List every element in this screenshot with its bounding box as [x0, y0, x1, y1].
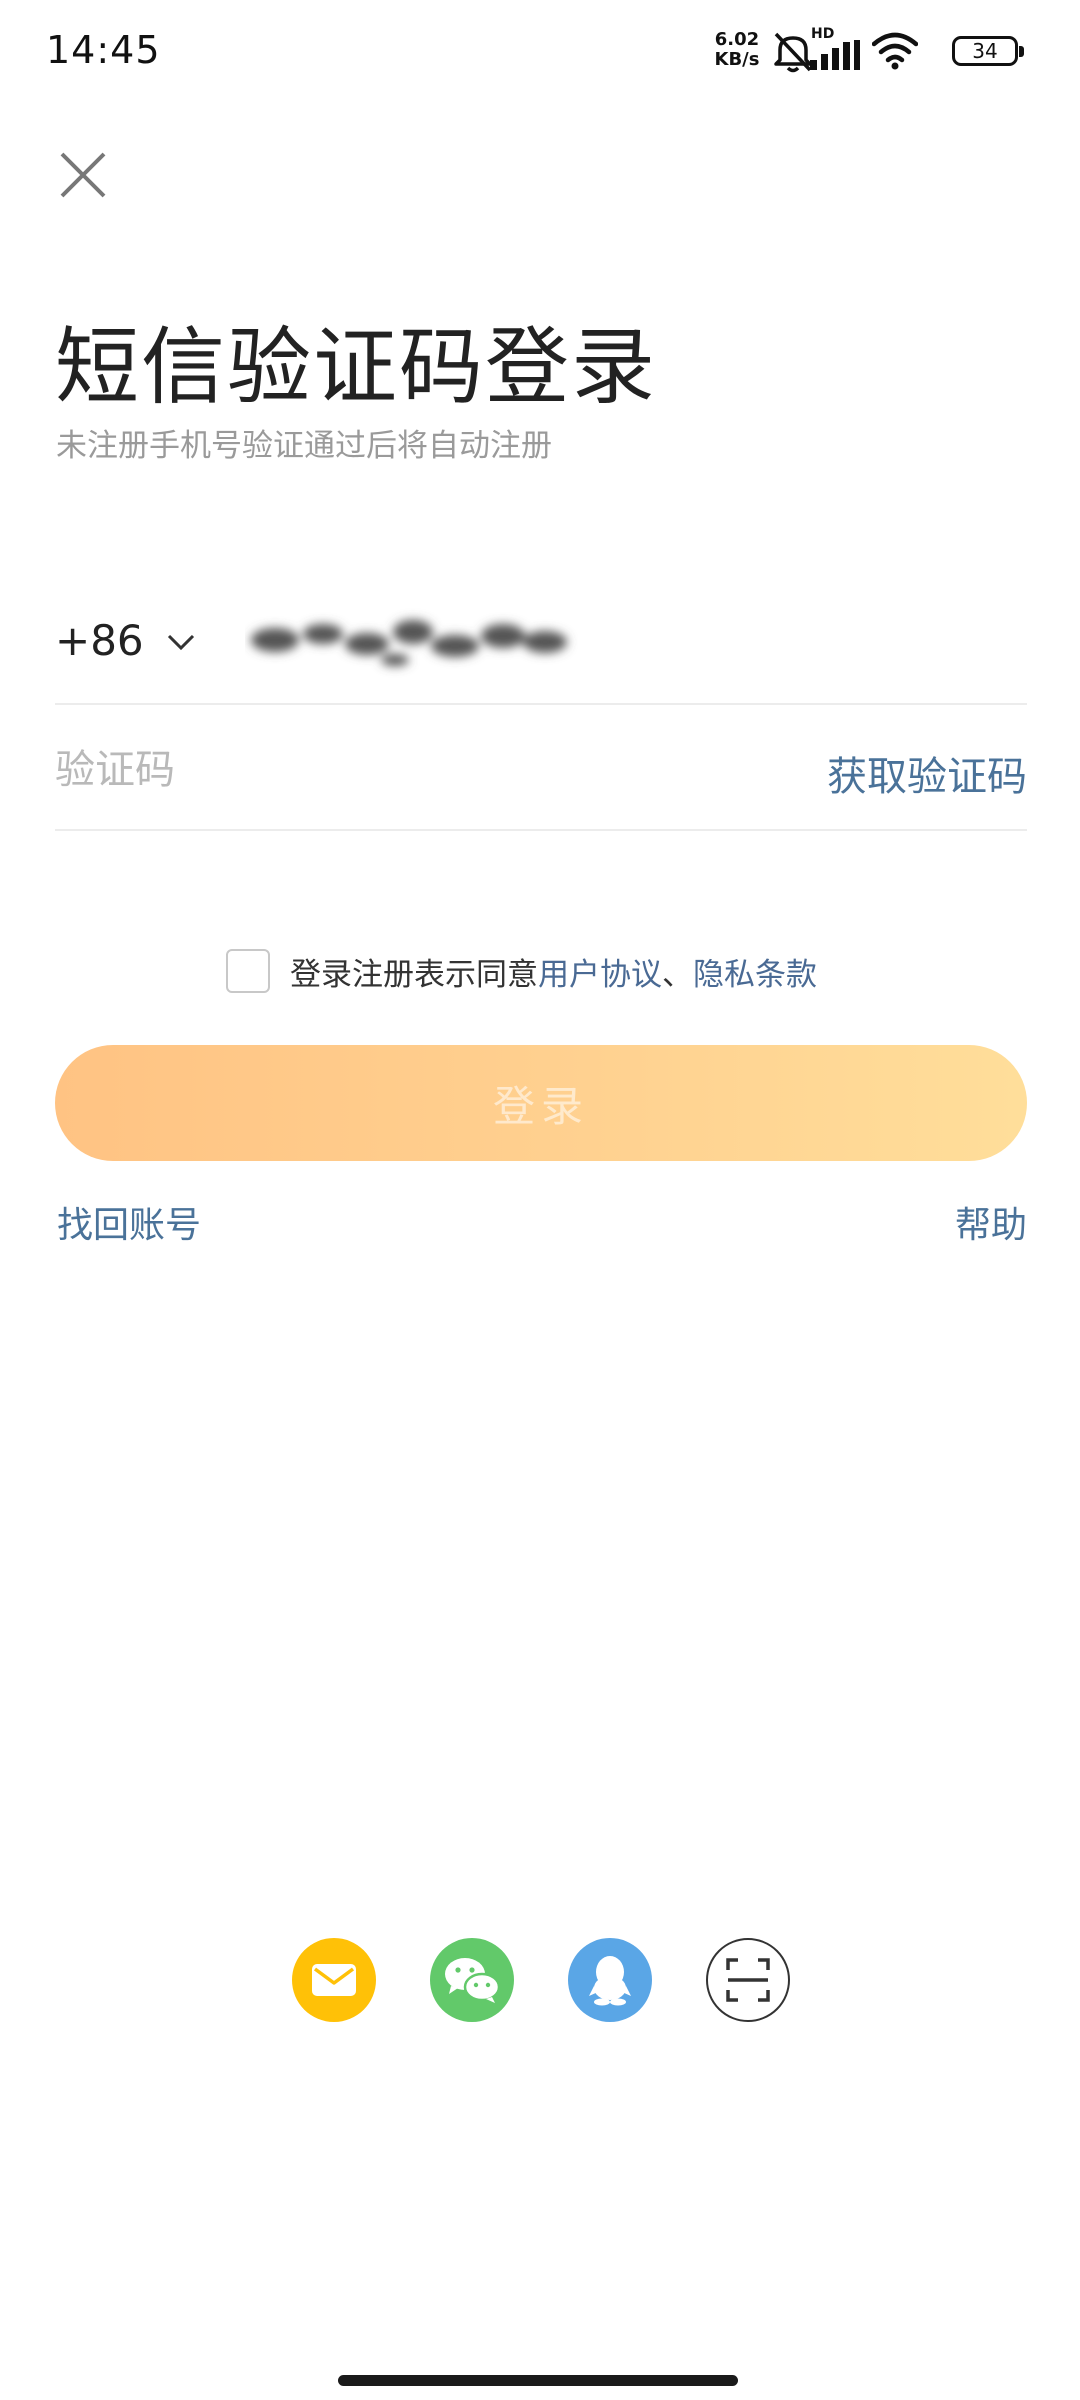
battery-icon: 34: [952, 36, 1024, 66]
phone-field-row: +86: [55, 580, 1027, 705]
page-subtitle: 未注册手机号验证通过后将自动注册: [56, 428, 552, 464]
login-button-label: 登录: [492, 1082, 589, 1130]
agreement-separator: 、: [662, 956, 693, 993]
close-icon: [60, 152, 106, 198]
battery-level: 34: [972, 39, 998, 63]
phone-number-input[interactable]: [245, 598, 645, 678]
page-title: 短信验证码登录: [55, 318, 658, 416]
obscured-phone-number: [251, 620, 567, 666]
privacy-link[interactable]: 隐私条款: [693, 949, 817, 994]
login-button[interactable]: 登录: [55, 1045, 1027, 1161]
network-speed-unit: KB/s: [714, 49, 760, 70]
scan-login-button[interactable]: [706, 1938, 790, 2022]
code-field-row: 获取验证码: [55, 706, 1027, 831]
user-agreement-link[interactable]: 用户协议: [538, 949, 662, 994]
login-screen: 14:45 6.02 KB/s HD 34 短信验证码登录 未注册手机号验证通过…: [0, 0, 1080, 2400]
network-speed: 6.02 KB/s: [709, 30, 765, 70]
scan-icon: [726, 1958, 770, 2002]
status-bar: 14:45 6.02 KB/s HD 34: [0, 0, 1080, 100]
signal-icon: [810, 40, 860, 70]
wifi-icon: [872, 32, 918, 70]
qq-icon: [589, 1956, 631, 2006]
agreement-checkbox[interactable]: [226, 949, 270, 993]
qq-login-button[interactable]: [568, 1938, 652, 2022]
network-speed-value: 6.02: [714, 29, 760, 50]
help-link[interactable]: 帮助: [955, 1196, 1027, 1248]
country-code: +86: [55, 615, 144, 665]
wechat-login-button[interactable]: [430, 1938, 514, 2022]
wechat-icon: [445, 1958, 501, 2003]
country-code-selector[interactable]: +86: [55, 610, 196, 670]
verification-code-input[interactable]: [55, 742, 615, 798]
recover-account-link[interactable]: 找回账号: [57, 1196, 201, 1248]
get-code-button[interactable]: 获取验证码: [827, 744, 1027, 802]
agreement-row: 登录注册表示同意 用户协议 、 隐私条款: [226, 947, 817, 995]
mail-icon: [312, 1964, 356, 1996]
email-login-button[interactable]: [292, 1938, 376, 2022]
status-time: 14:45: [46, 28, 161, 72]
agreement-text: 登录注册表示同意: [290, 956, 538, 993]
close-button[interactable]: [56, 148, 110, 202]
chevron-down-icon: [167, 634, 194, 651]
home-indicator[interactable]: [338, 2375, 738, 2386]
